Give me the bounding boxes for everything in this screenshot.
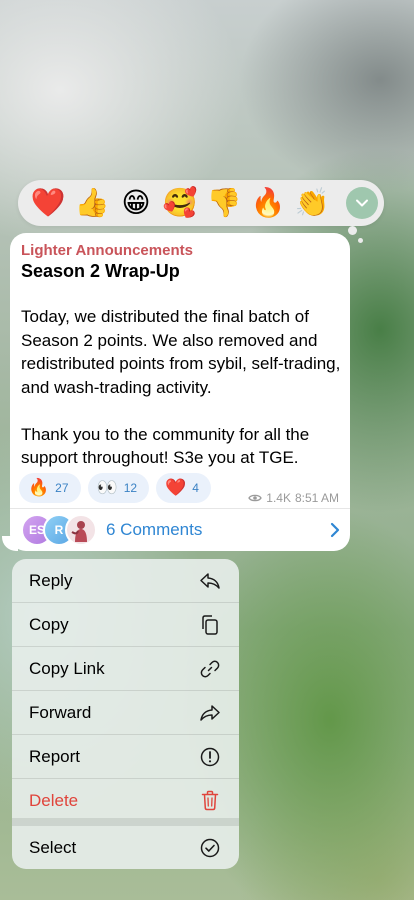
menu-label: Copy Link (29, 658, 105, 678)
menu-label: Report (29, 746, 81, 766)
chevron-down-icon (356, 199, 368, 207)
report-icon (199, 746, 221, 768)
comments-button[interactable]: ES R 6 Comments (10, 509, 350, 551)
commenter-avatars: ES R (21, 514, 107, 546)
link-icon (199, 658, 221, 680)
grin-reaction[interactable]: 😁 (114, 189, 158, 217)
check-circle-icon (199, 837, 221, 859)
menu-section-gap (12, 818, 239, 826)
reaction-pill-eyes[interactable]: 👀 12 (87, 473, 150, 503)
fire-emoji: 🔥 (28, 478, 50, 498)
sender-name[interactable]: Lighter Announcements (21, 242, 193, 259)
menu-label: Delete (29, 790, 79, 810)
reaction-pill-heart[interactable]: ❤️ 4 (156, 473, 211, 503)
reply-icon (199, 570, 221, 592)
menu-forward[interactable]: Forward (12, 691, 239, 734)
thumbs-down-reaction[interactable]: 👎 (202, 189, 246, 217)
reaction-count: 27 (55, 481, 69, 495)
expand-reactions-button[interactable] (346, 187, 378, 219)
thumbs-up-reaction[interactable]: 👍 (70, 189, 114, 217)
copy-icon (199, 614, 221, 636)
message-body: Today, we distributed the final batch of… (21, 307, 341, 467)
eyes-emoji: 👀 (96, 478, 118, 498)
heart-emoji: ❤️ (165, 478, 187, 498)
menu-copy-link[interactable]: Copy Link (12, 647, 239, 690)
trash-icon (199, 790, 221, 812)
picker-tail-dot-small (358, 238, 363, 243)
context-menu: Reply Copy Copy Link Forward Report Dele… (12, 559, 239, 869)
view-count: 1.4K (266, 491, 291, 505)
message-title: Season 2 Wrap-Up (21, 261, 180, 281)
clap-reaction[interactable]: 👏 (290, 189, 334, 217)
message-bubble[interactable]: Lighter Announcements Season 2 Wrap-Up T… (10, 233, 350, 551)
comments-label: 6 Comments (106, 520, 203, 539)
menu-select[interactable]: Select (12, 826, 239, 869)
message-meta: 1.4K 8:51 AM (248, 491, 339, 505)
menu-label: Select (29, 837, 77, 857)
smiling-hearts-reaction[interactable]: 🥰 (158, 189, 202, 217)
picker-tail-dot (348, 226, 357, 235)
message-time: 8:51 AM (294, 491, 339, 505)
reaction-count: 4 (192, 481, 199, 495)
reaction-count: 12 (123, 481, 138, 495)
chevron-right-icon (330, 522, 340, 538)
avatar-image (65, 514, 97, 546)
reaction-picker: ❤️ 👍 😁 🥰 👎 🔥 👏 (18, 180, 384, 226)
fire-reaction[interactable]: 🔥 (246, 189, 290, 217)
menu-reply[interactable]: Reply (12, 559, 239, 602)
menu-label: Reply (29, 570, 73, 590)
menu-delete[interactable]: Delete (12, 779, 239, 822)
heart-reaction[interactable]: ❤️ (26, 189, 70, 217)
menu-label: Forward (29, 702, 92, 722)
menu-report[interactable]: Report (12, 735, 239, 778)
reaction-pill-fire[interactable]: 🔥 27 (19, 473, 81, 503)
eye-icon (248, 494, 263, 502)
message-reactions: 🔥 27 👀 12 ❤️ 4 (19, 473, 211, 503)
forward-icon (199, 702, 221, 724)
menu-copy[interactable]: Copy (12, 603, 239, 646)
menu-label: Copy (29, 614, 69, 634)
